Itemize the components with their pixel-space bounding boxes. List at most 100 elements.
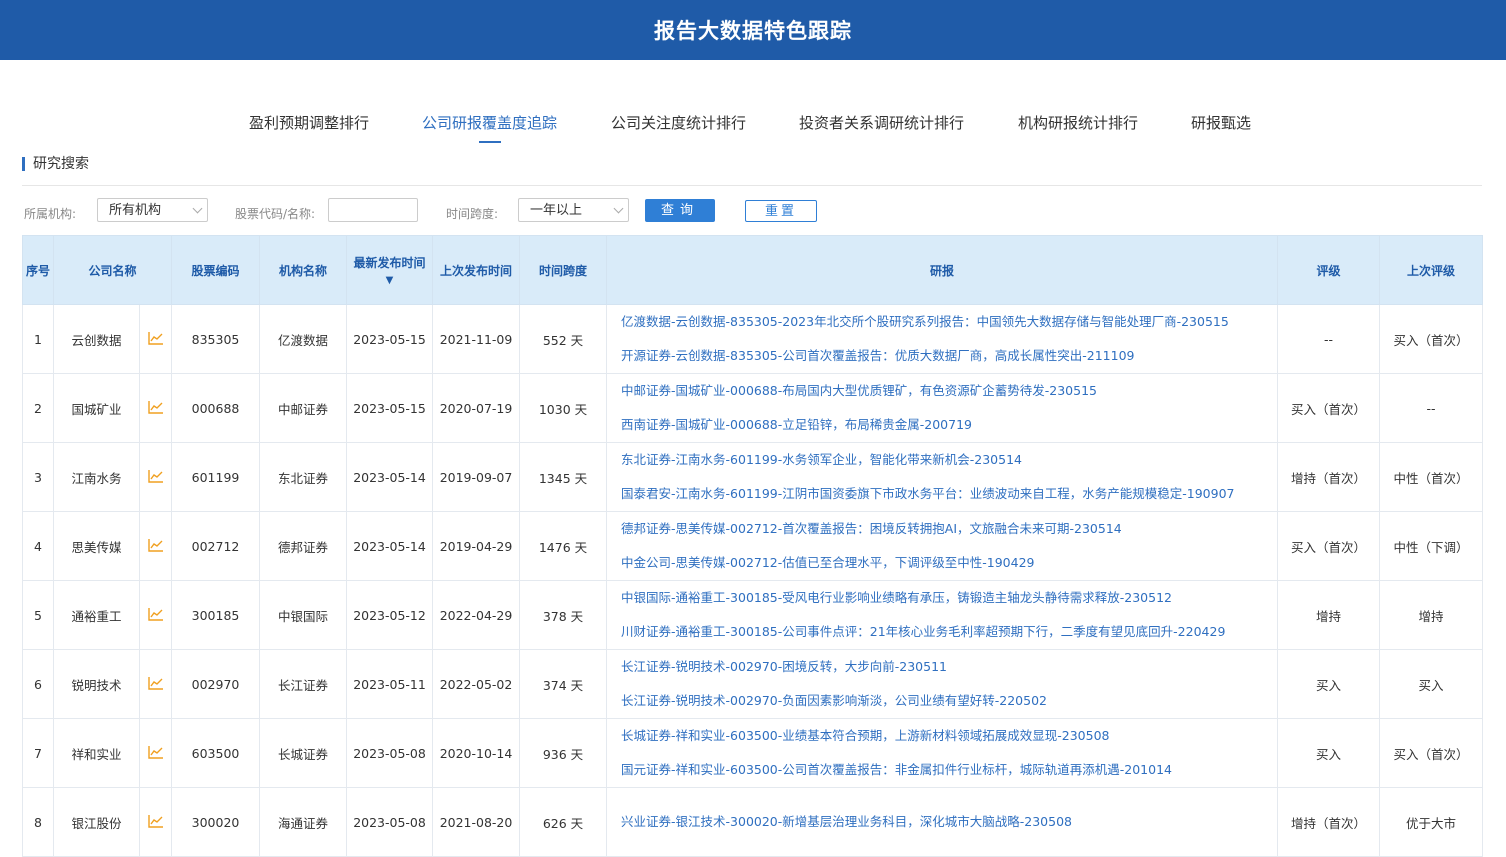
- org-name-link[interactable]: 亿渡数据: [259, 304, 348, 374]
- tab-coverage-tracking[interactable]: 公司研报覆盖度追踪: [422, 112, 557, 143]
- company-name-link[interactable]: 银江股份: [53, 787, 140, 857]
- org-name-link[interactable]: 长江证券: [259, 649, 348, 719]
- report-link-latest[interactable]: 长江证券-锐明技术-002970-困境反转，大步向前-230511: [621, 650, 1277, 684]
- prev-date: 2021-08-20: [432, 787, 521, 857]
- time-span: 1030 天: [519, 373, 608, 443]
- reports-cell: 长城证券-祥和实业-603500-业绩基本符合预期，上游新材料领域拓展成效显现-…: [606, 718, 1279, 788]
- line-chart-icon: [147, 607, 163, 621]
- reports-cell: 兴业证券-银江技术-300020-新增基层治理业务科目，深化城市大脑战略-230…: [606, 787, 1279, 857]
- rating: 买入（首次）: [1277, 373, 1381, 443]
- trend-chart-button[interactable]: [138, 787, 173, 857]
- org-name-link[interactable]: 长城证券: [259, 718, 348, 788]
- table-row: 3 江南水务 601199 东北证券 2023-05-14 2019-09-07…: [22, 442, 1484, 512]
- col-rating: 评级: [1277, 235, 1381, 305]
- table-row: 7 祥和实业 603500 长城证券 2023-05-08 2020-10-14…: [22, 718, 1484, 788]
- org-name-link[interactable]: 中银国际: [259, 580, 348, 650]
- trend-chart-button[interactable]: [138, 373, 173, 443]
- trend-chart-button[interactable]: [138, 718, 173, 788]
- stock-code-link[interactable]: 601199: [171, 442, 261, 512]
- trend-chart-button[interactable]: [138, 580, 173, 650]
- org-name-link[interactable]: 东北证券: [259, 442, 348, 512]
- prev-date: 2022-04-29: [432, 580, 521, 650]
- stock-code-link[interactable]: 835305: [171, 304, 261, 374]
- tab-investor-relations[interactable]: 投资者关系调研统计排行: [799, 112, 964, 133]
- row-index: 6: [22, 649, 54, 719]
- org-name-link[interactable]: 海通证券: [259, 787, 348, 857]
- time-span: 936 天: [519, 718, 608, 788]
- time-span: 374 天: [519, 649, 608, 719]
- company-name-link[interactable]: 江南水务: [53, 442, 140, 512]
- report-link-latest[interactable]: 中银国际-通裕重工-300185-受风电行业影响业绩略有承压，铸锻造主轴龙头静待…: [621, 581, 1277, 615]
- tab-earnings-adjustment[interactable]: 盈利预期调整排行: [249, 112, 369, 133]
- tab-institution-ranking[interactable]: 机构研报统计排行: [1018, 112, 1138, 133]
- trend-chart-button[interactable]: [138, 442, 173, 512]
- report-link-latest[interactable]: 德邦证券-思美传媒-002712-首次覆盖报告：困境反转拥抱AI，文旅融合未来可…: [621, 512, 1277, 546]
- line-chart-icon: [147, 676, 163, 690]
- col-prev-rating: 上次评级: [1379, 235, 1484, 305]
- report-link-latest[interactable]: 长城证券-祥和实业-603500-业绩基本符合预期，上游新材料领域拓展成效显现-…: [621, 719, 1277, 753]
- org-select[interactable]: 所有机构: [97, 198, 208, 222]
- app-header: 报告大数据特色跟踪: [0, 0, 1506, 60]
- reports-cell: 长江证券-锐明技术-002970-困境反转，大步向前-230511 长江证券-锐…: [606, 649, 1279, 719]
- stock-code-link[interactable]: 002712: [171, 511, 261, 581]
- report-link-latest[interactable]: 兴业证券-银江技术-300020-新增基层治理业务科目，深化城市大脑战略-230…: [621, 805, 1277, 839]
- company-name-link[interactable]: 通裕重工: [53, 580, 140, 650]
- col-latest-date[interactable]: 最新发布时间 ▼: [346, 235, 434, 305]
- report-link-previous[interactable]: 长江证券-锐明技术-002970-负面因素影响渐淡，公司业绩有望好转-22050…: [621, 684, 1277, 718]
- row-index: 3: [22, 442, 54, 512]
- rating: 增持（首次）: [1277, 442, 1381, 512]
- row-index: 4: [22, 511, 54, 581]
- report-link-latest[interactable]: 中邮证券-国城矿业-000688-布局国内大型优质锂矿，有色资源矿企蓄势待发-2…: [621, 374, 1277, 408]
- company-name-link[interactable]: 国城矿业: [53, 373, 140, 443]
- prev-date: 2019-04-29: [432, 511, 521, 581]
- latest-date: 2023-05-15: [346, 304, 434, 374]
- tab-attention-ranking[interactable]: 公司关注度统计排行: [611, 112, 746, 133]
- trend-chart-button[interactable]: [138, 511, 173, 581]
- company-name-link[interactable]: 锐明技术: [53, 649, 140, 719]
- report-link-previous[interactable]: 国泰君安-江南水务-601199-江阴市国资委旗下市政水务平台：业绩波动来自工程…: [621, 477, 1277, 511]
- table-body: 1 云创数据 835305 亿渡数据 2023-05-15 2021-11-09…: [22, 304, 1484, 857]
- prev-rating: 中性（首次）: [1379, 442, 1484, 512]
- org-name-link[interactable]: 德邦证券: [259, 511, 348, 581]
- table-row: 2 国城矿业 000688 中邮证券 2023-05-15 2020-07-19…: [22, 373, 1484, 443]
- report-link-latest[interactable]: 亿渡数据-云创数据-835305-2023年北交所个股研究系列报告：中国领先大数…: [621, 305, 1277, 339]
- stock-code-link[interactable]: 002970: [171, 649, 261, 719]
- time-span: 626 天: [519, 787, 608, 857]
- company-name-link[interactable]: 祥和实业: [53, 718, 140, 788]
- rating: --: [1277, 304, 1381, 374]
- report-link-previous[interactable]: 开源证券-云创数据-835305-公司首次覆盖报告：优质大数据厂商，高成长属性突…: [621, 339, 1277, 373]
- report-link-latest[interactable]: 东北证券-江南水务-601199-水务领军企业，智能化带来新机会-230514: [621, 443, 1277, 477]
- query-button[interactable]: 查询: [645, 199, 715, 222]
- org-name-link[interactable]: 中邮证券: [259, 373, 348, 443]
- stock-code-input[interactable]: [328, 198, 418, 222]
- report-link-previous[interactable]: 中金公司-思美传媒-002712-估值已至合理水平，下调评级至中性-190429: [621, 546, 1277, 580]
- reset-button[interactable]: 重置: [745, 200, 817, 222]
- stock-code-link[interactable]: 300020: [171, 787, 261, 857]
- time-span: 378 天: [519, 580, 608, 650]
- report-link-previous[interactable]: 川财证券-通裕重工-300185-公司事件点评：21年核心业务毛利率超预期下行，…: [621, 615, 1277, 649]
- stock-code-link[interactable]: 300185: [171, 580, 261, 650]
- prev-rating: --: [1379, 373, 1484, 443]
- col-code: 股票编码: [171, 235, 261, 305]
- stock-code-link[interactable]: 000688: [171, 373, 261, 443]
- sort-desc-icon[interactable]: ▼: [347, 275, 432, 286]
- report-link-previous[interactable]: 西南证券-国城矿业-000688-立足铅锌，布局稀贵金属-200719: [621, 408, 1277, 442]
- rating: 增持: [1277, 580, 1381, 650]
- company-name-link[interactable]: 云创数据: [53, 304, 140, 374]
- table-row: 8 银江股份 300020 海通证券 2023-05-08 2021-08-20…: [22, 787, 1484, 857]
- prev-rating: 买入（首次）: [1379, 304, 1484, 374]
- trend-chart-button[interactable]: [138, 304, 173, 374]
- reports-cell: 东北证券-江南水务-601199-水务领军企业，智能化带来新机会-230514 …: [606, 442, 1279, 512]
- col-org: 机构名称: [259, 235, 348, 305]
- line-chart-icon: [147, 469, 163, 483]
- report-link-previous[interactable]: 国元证券-祥和实业-603500-公司首次覆盖报告：非金属扣件行业标杆，城际轨道…: [621, 753, 1277, 787]
- time-span-select[interactable]: 一年以上: [518, 198, 629, 222]
- code-filter-label: 股票代码/名称:: [235, 207, 316, 221]
- company-name-link[interactable]: 思美传媒: [53, 511, 140, 581]
- time-span-value: 一年以上: [530, 203, 583, 218]
- tab-report-selection[interactable]: 研报甄选: [1191, 112, 1251, 133]
- stock-code-link[interactable]: 603500: [171, 718, 261, 788]
- line-chart-icon: [147, 400, 163, 414]
- trend-chart-button[interactable]: [138, 649, 173, 719]
- latest-date: 2023-05-15: [346, 373, 434, 443]
